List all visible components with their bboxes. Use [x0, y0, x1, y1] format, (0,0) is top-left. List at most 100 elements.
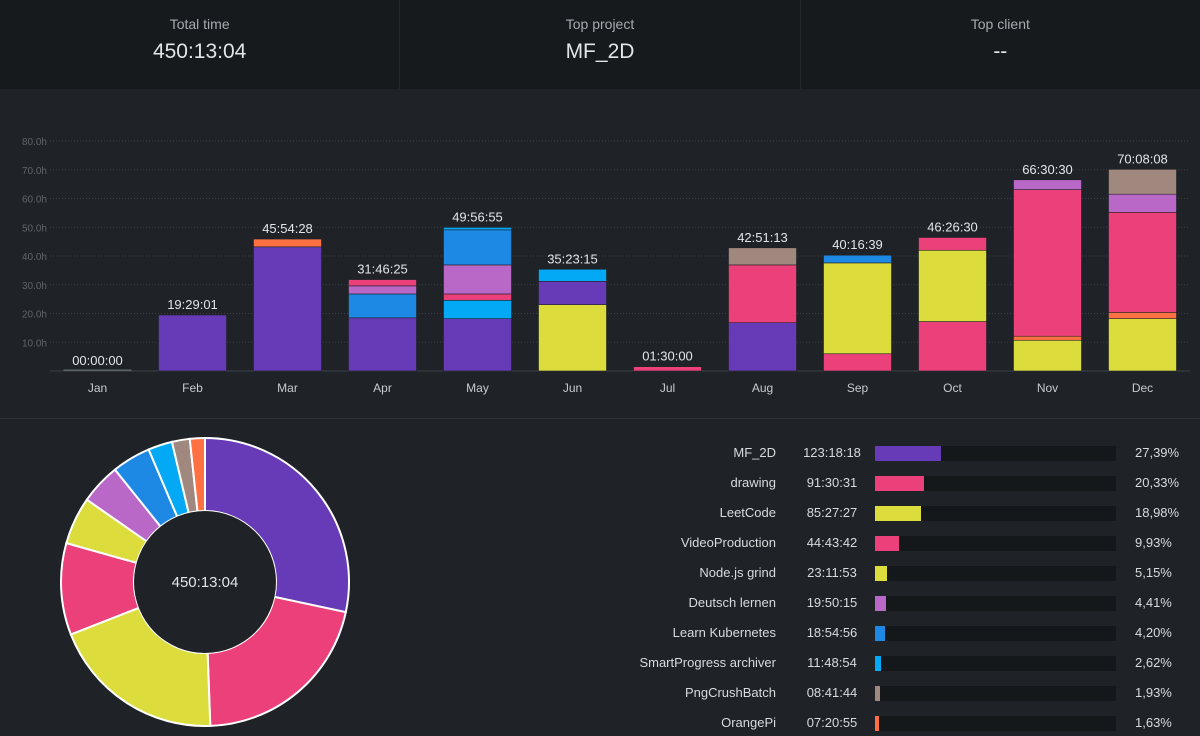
- bar-segment[interactable]: [1108, 169, 1177, 195]
- legend-project-time: 23:11:53: [807, 565, 857, 580]
- bar-segment[interactable]: [918, 321, 987, 372]
- legend-project-time: 11:48:54: [807, 655, 857, 670]
- legend-progress-fill: [875, 716, 879, 731]
- legend-project-time: 18:54:56: [806, 625, 858, 640]
- x-tick-label: Nov: [1037, 381, 1058, 395]
- legend-row[interactable]: OrangePi 07:20:55 1,63%: [580, 703, 1200, 733]
- bar-segment[interactable]: [1013, 189, 1082, 337]
- legend-progress-fill: [875, 656, 882, 671]
- legend-row[interactable]: SmartProgress archiver 11:48:54 2,62%: [580, 643, 1200, 673]
- bar-segment[interactable]: [253, 238, 322, 248]
- x-tick-label: Aug: [752, 381, 773, 395]
- legend-project-time: 123:18:18: [803, 445, 861, 460]
- legend-progress-track: [875, 596, 1116, 611]
- legend-project-name: Learn Kubernetes: [672, 625, 776, 640]
- bar-segment[interactable]: [633, 366, 702, 372]
- legend-progress-fill: [875, 686, 880, 701]
- legend-project-percent: 9,93%: [1135, 535, 1172, 550]
- bar-segment[interactable]: [918, 237, 987, 251]
- legend-project-percent: 20,33%: [1135, 475, 1180, 490]
- legend-project-name: MF_2D: [733, 445, 776, 460]
- monthly-bar-chart: 10.0h 20.0h 30.0h 40.0h 50.0h 60.0h 70.0h 80.0h…: [22, 137, 1190, 395]
- top-project-card: Top project MF_2D: [400, 0, 801, 89]
- bar-total-label: 66:30:30: [1022, 162, 1073, 177]
- bar-total-label: 46:26:30: [927, 219, 978, 234]
- legend-row[interactable]: LeetCode 85:27:27 18,98%: [580, 493, 1200, 523]
- legend-project-name: VideoProduction: [680, 535, 776, 550]
- bar-segment[interactable]: [348, 279, 417, 287]
- legend-row[interactable]: MF_2D 123:18:18 27,39%: [580, 433, 1200, 463]
- legend-project-percent: 27,39%: [1135, 445, 1180, 460]
- bar-segment[interactable]: [728, 264, 797, 324]
- bar-segment[interactable]: [1108, 312, 1177, 319]
- legend-row[interactable]: Deutsch lernen 19:50:15 4,41%: [580, 583, 1200, 613]
- bar-segment[interactable]: [348, 317, 417, 372]
- bar-segment[interactable]: [253, 246, 322, 372]
- legend-progress-fill: [875, 626, 886, 641]
- bar-total-label: 01:30:00: [642, 349, 693, 364]
- bar-segment[interactable]: [823, 262, 892, 355]
- bar-segment[interactable]: [538, 304, 607, 372]
- legend-row[interactable]: PngCrushBatch 08:41:44 1,93%: [580, 673, 1200, 703]
- y-tick-label: 30.0h: [22, 281, 47, 292]
- legend-progress-track: [875, 536, 1116, 551]
- bar-segment[interactable]: [443, 318, 512, 372]
- bar-segment[interactable]: [443, 299, 512, 319]
- bar-segment[interactable]: [63, 369, 132, 372]
- legend-progress-fill: [875, 506, 921, 521]
- bar-total-label: 42:51:13: [737, 230, 788, 245]
- legend-progress-track: [875, 716, 1116, 731]
- x-tick-label: Jun: [563, 381, 582, 395]
- bar-total-label: 19:29:01: [167, 297, 218, 312]
- bar-segment[interactable]: [443, 229, 512, 266]
- bar-segment[interactable]: [443, 293, 512, 301]
- legend-row[interactable]: VideoProduction 44:43:42 9,93%: [580, 523, 1200, 553]
- bar-segment[interactable]: [823, 353, 892, 372]
- bar-segment[interactable]: [1013, 179, 1082, 190]
- bar-segment[interactable]: [348, 293, 417, 319]
- legend-row[interactable]: drawing 91:30:31 20,33%: [580, 463, 1200, 493]
- y-tick-label: 70.0h: [22, 166, 47, 177]
- bar-segment[interactable]: [823, 254, 892, 264]
- bar-segment[interactable]: [538, 281, 607, 305]
- bar-segment[interactable]: [1013, 339, 1082, 372]
- y-tick-label: 80.0h: [22, 137, 47, 148]
- bar-segment[interactable]: [918, 249, 987, 322]
- legend-project-time: 19:50:15: [806, 595, 858, 610]
- total-time-card: Total time 450:13:04: [0, 0, 401, 89]
- bar-segment[interactable]: [443, 227, 512, 231]
- legend-project-time: 85:27:27: [806, 505, 858, 520]
- legend-project-name: PngCrushBatch: [684, 685, 776, 700]
- x-tick-label: Dec: [1132, 381, 1153, 395]
- legend-project-time: 08:41:44: [806, 685, 858, 700]
- bar-segment[interactable]: [728, 247, 797, 266]
- legend-progress-track: [875, 686, 1116, 701]
- bar-segment[interactable]: [158, 314, 227, 372]
- legend-project-time: 07:20:55: [806, 715, 858, 730]
- legend-row[interactable]: Node.js grind 23:11:53 5,15%: [580, 553, 1200, 583]
- y-tick-label: 40.0h: [22, 252, 47, 263]
- legend-project-percent: 18,98%: [1135, 505, 1180, 520]
- legend-project-percent: 4,20%: [1135, 625, 1172, 640]
- x-tick-label: Feb: [182, 381, 203, 395]
- y-tick-label: 20.0h: [22, 310, 47, 321]
- bar-segment[interactable]: [443, 264, 512, 295]
- legend-progress-track: [875, 656, 1116, 671]
- bar-segment[interactable]: [1108, 212, 1177, 313]
- bar-total-label: 00:00:00: [72, 353, 123, 368]
- legend-project-percent: 2,62%: [1135, 655, 1172, 670]
- bar-segment[interactable]: [1108, 318, 1177, 372]
- legend-project-percent: 5,15%: [1135, 565, 1172, 580]
- legend-row[interactable]: Learn Kubernetes 18:54:56 4,20%: [580, 613, 1200, 643]
- legend-progress-track: [875, 476, 1116, 491]
- bar-segment[interactable]: [1108, 193, 1177, 213]
- legend-project-name: LeetCode: [719, 505, 776, 520]
- bar-segment[interactable]: [348, 285, 417, 295]
- bar-total-label: 40:16:39: [832, 237, 883, 252]
- top-client-label: Top client: [970, 16, 1030, 32]
- legend-project-time: 91:30:31: [806, 475, 858, 490]
- legend-progress-fill: [875, 596, 886, 611]
- bar-segment[interactable]: [728, 322, 797, 372]
- bar-segment[interactable]: [1013, 335, 1082, 341]
- bar-segment[interactable]: [538, 268, 607, 282]
